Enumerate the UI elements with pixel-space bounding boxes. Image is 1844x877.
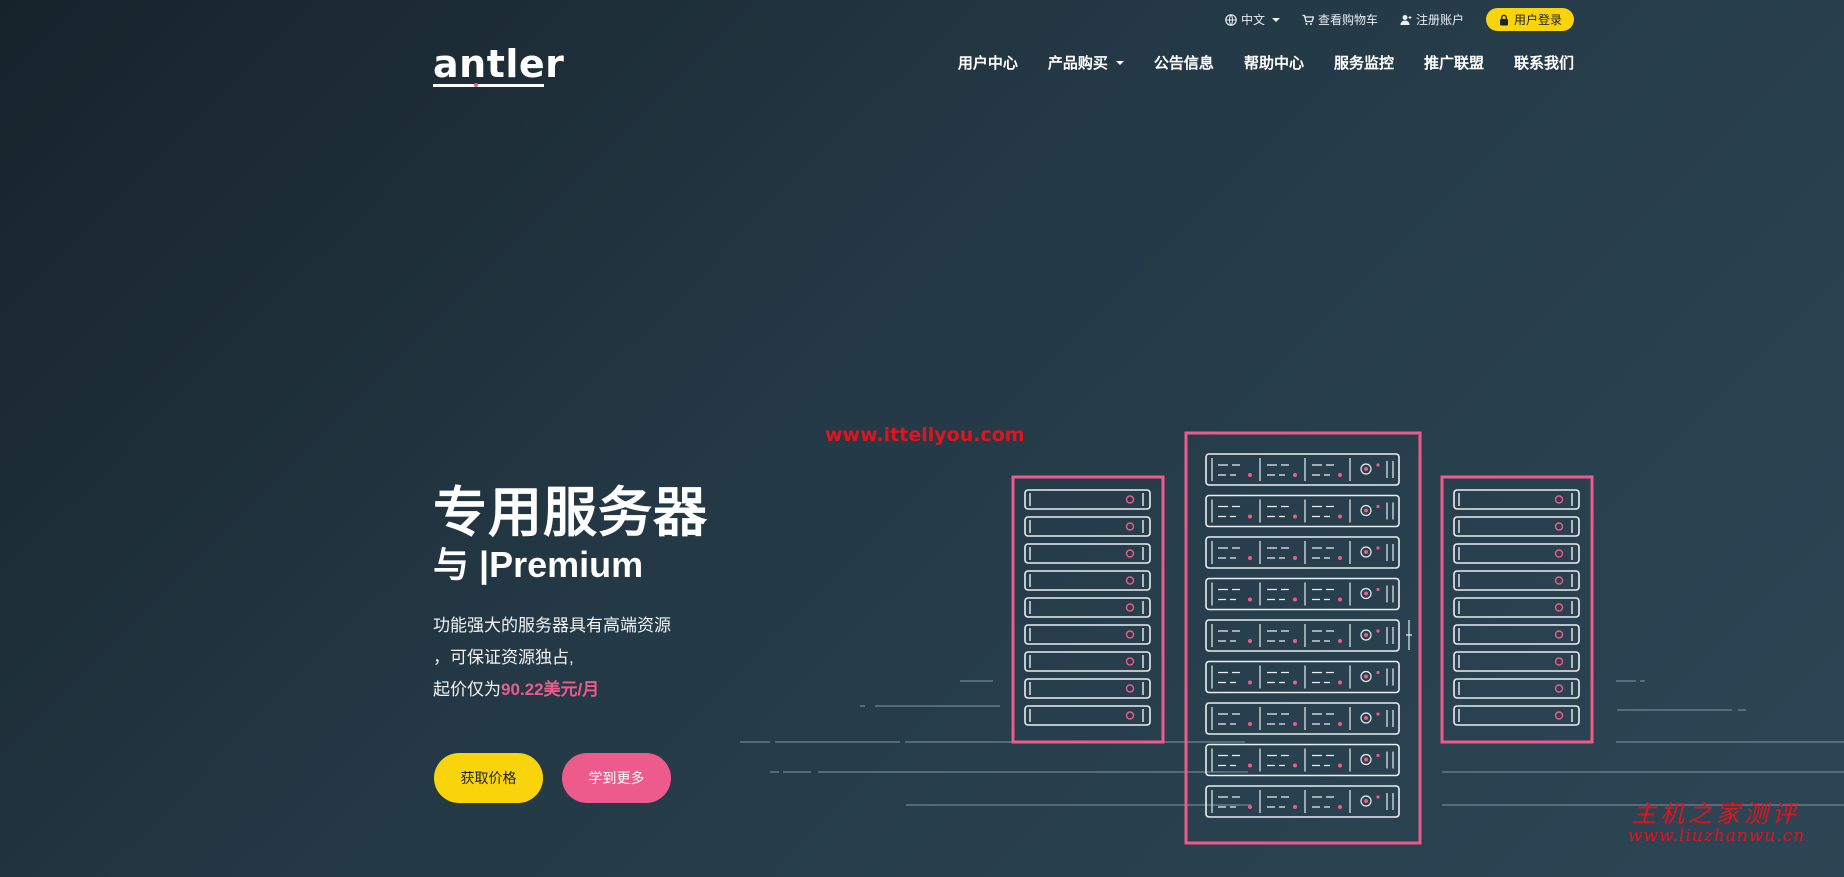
server-rack-right: [1440, 475, 1594, 744]
watermark-url-top: www.ittellyou.com: [825, 424, 1025, 446]
nav-announcements[interactable]: 公告信息: [1154, 52, 1214, 73]
hero-subtitle: 与 |Premium: [433, 544, 644, 585]
hero-desc-line3: 起价仅为90.22美元/月: [433, 674, 733, 706]
lock-icon: [1499, 14, 1508, 25]
globe-icon: [1225, 13, 1237, 26]
language-label: 中文: [1240, 13, 1265, 27]
logo-underline: [433, 84, 544, 87]
login-label: 用户登录: [1513, 13, 1562, 27]
get-price-button[interactable]: 获取价格: [434, 753, 543, 803]
watermark-cn-url: www.liuzhanwu.cn: [1628, 826, 1806, 846]
price-value: 90.22美元/月: [501, 680, 600, 699]
main-nav: 用户中心 产品购买 公告信息 帮助中心 服务监控 推广联盟 联系我们: [958, 52, 1574, 73]
register-link[interactable]: 注册账户: [1400, 11, 1464, 28]
hero-desc-line1: 功能强大的服务器具有高端资源: [433, 616, 671, 635]
learn-more-button[interactable]: 学到更多: [562, 753, 671, 803]
user-login-button[interactable]: 用户登录: [1485, 8, 1574, 31]
server-rack-center: [1184, 431, 1422, 845]
hero-desc-line2: ，可保证资源独占,: [433, 648, 574, 667]
cart-icon: [1302, 14, 1314, 25]
logo-accent-dot: [474, 83, 478, 87]
price-prefix: 起价仅为: [433, 680, 501, 699]
register-label: 注册账户: [1415, 13, 1464, 27]
view-cart-link[interactable]: 查看购物车: [1302, 11, 1378, 28]
hero-description: 功能强大的服务器具有高端资源 ，可保证资源独占, 起价仅为90.22美元/月: [433, 610, 733, 706]
server-rack-illustration: [740, 431, 1844, 845]
nav-products-label: 产品购买: [1047, 55, 1108, 72]
nav-products[interactable]: 产品购买: [1048, 52, 1124, 73]
nav-service-monitor[interactable]: 服务监控: [1334, 52, 1394, 73]
cart-label: 查看购物车: [1317, 13, 1378, 27]
nav-user-center[interactable]: 用户中心: [958, 52, 1018, 73]
chevron-down-icon: [1115, 60, 1124, 65]
nav-affiliate[interactable]: 推广联盟: [1424, 52, 1484, 73]
language-selector[interactable]: 中文: [1225, 11, 1280, 28]
top-utility-bar: 中文 查看购物车 注册账户 用户登录: [1225, 8, 1574, 31]
chevron-down-icon: [1271, 17, 1280, 22]
user-plus-icon: [1400, 14, 1412, 25]
nav-help-center[interactable]: 帮助中心: [1244, 52, 1304, 73]
nav-contact[interactable]: 联系我们: [1514, 52, 1574, 73]
watermark-cn-text: 主机之家测评: [1632, 800, 1800, 828]
server-rack-left: [1011, 475, 1165, 744]
antler-logo[interactable]: antler: [433, 42, 564, 86]
